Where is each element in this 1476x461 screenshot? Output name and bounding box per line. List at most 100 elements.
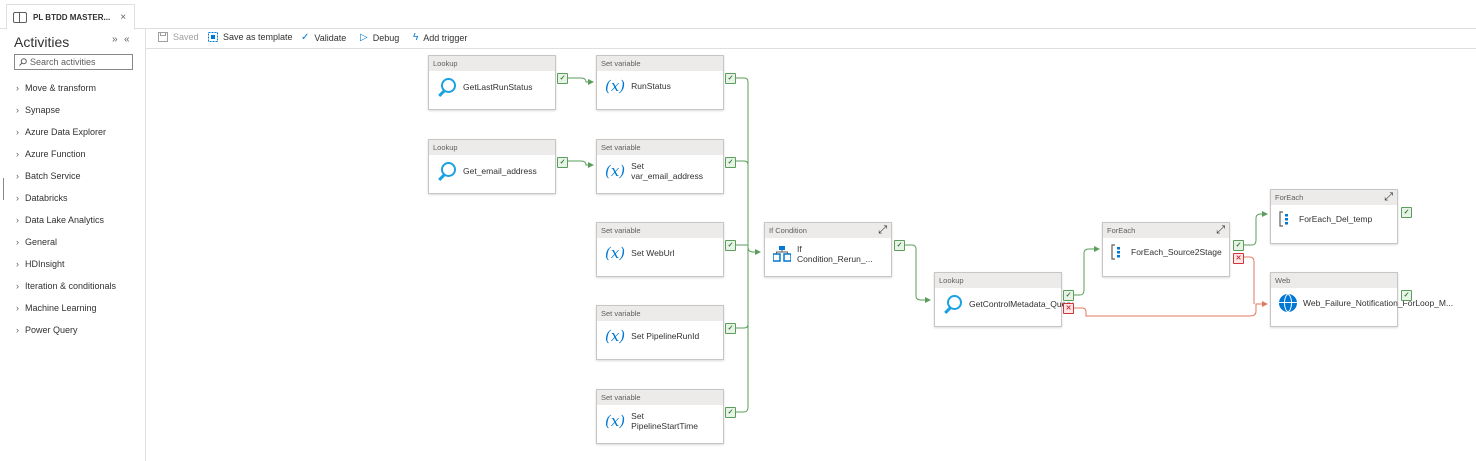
saved-button[interactable]: Saved xyxy=(158,32,199,42)
pipeline-toolbar: Saved Save as template ✓ Validate ▷ Debu… xyxy=(146,28,1476,49)
debug-button[interactable]: ▷ Debug xyxy=(360,32,399,43)
variable-icon: (x) xyxy=(605,412,626,430)
tab-bar: PL BTDD MASTER... × xyxy=(0,0,1476,30)
success-output-icon[interactable]: ✓ xyxy=(725,323,736,334)
expand-icon[interactable]: ⤢ xyxy=(1384,191,1393,203)
category-move-transform[interactable]: › Move & transform xyxy=(16,83,96,93)
activity-lookup-get-email-address[interactable]: Lookup Get_email_address xyxy=(428,139,556,194)
activity-type: ForEach xyxy=(1107,226,1136,235)
link-lookup3-foreach1 xyxy=(1073,246,1100,296)
success-output-icon[interactable]: ✓ xyxy=(725,157,736,168)
success-output-icon[interactable]: ✓ xyxy=(1063,290,1074,301)
category-azure-function[interactable]: › Azure Function xyxy=(16,149,86,159)
chevron-right-icon: › xyxy=(16,215,19,225)
activity-type: Set variable xyxy=(597,306,723,321)
activity-setvariable-email[interactable]: Set variable (x) Set var_email_address xyxy=(596,139,724,194)
validate-button[interactable]: ✓ Validate xyxy=(301,32,346,43)
expand-icon[interactable]: ⤢ xyxy=(1216,224,1225,236)
activity-type: Lookup xyxy=(429,140,555,155)
category-data-lake-analytics[interactable]: › Data Lake Analytics xyxy=(16,215,104,225)
link-foreach1-web-fail xyxy=(1243,256,1255,304)
category-synapse[interactable]: › Synapse xyxy=(16,105,60,115)
activity-setvariable-weburl[interactable]: Set variable (x) Set WebUrl xyxy=(596,222,724,277)
category-label: Power Query xyxy=(25,325,78,335)
category-azure-data-explorer[interactable]: › Azure Data Explorer xyxy=(16,127,106,137)
activity-type: ForEach xyxy=(1275,193,1304,202)
success-output-icon[interactable]: ✓ xyxy=(725,73,736,84)
save-as-template-button[interactable]: Save as template xyxy=(208,32,293,42)
expand-icon[interactable]: ⤢ xyxy=(878,224,887,236)
category-label: Databricks xyxy=(25,193,68,203)
saved-label: Saved xyxy=(173,32,199,42)
foreach-icon xyxy=(1279,211,1288,227)
activity-header: ForEach ⤢ xyxy=(1103,223,1229,238)
link-foreach1-foreach2 xyxy=(1243,211,1268,246)
activity-type: Set variable xyxy=(597,390,723,405)
category-machine-learning[interactable]: › Machine Learning xyxy=(16,303,97,313)
category-label: Batch Service xyxy=(25,171,81,181)
success-output-icon[interactable]: ✓ xyxy=(725,240,736,251)
category-hdinsight[interactable]: › HDInsight xyxy=(16,259,65,269)
validate-label: Validate xyxy=(314,32,347,43)
success-output-icon[interactable]: ✓ xyxy=(1401,207,1412,218)
category-label: Azure Function xyxy=(25,149,86,159)
pipeline-tab[interactable]: PL BTDD MASTER... × xyxy=(6,4,136,30)
add-trigger-button[interactable]: ϟ Add trigger xyxy=(413,32,467,43)
chevron-right-icon: › xyxy=(16,237,19,247)
search-activities-input[interactable]: Search activities xyxy=(14,54,133,70)
activity-name: Set var_email_address xyxy=(631,161,703,181)
success-output-icon[interactable]: ✓ xyxy=(1233,240,1244,251)
activity-setvariable-runstatus[interactable]: Set variable (x) RunStatus xyxy=(596,55,724,110)
lookup-icon xyxy=(437,77,457,97)
activity-web-failure-notification[interactable]: Web Web_Failure_Notification_ForLoop_M..… xyxy=(1270,272,1453,327)
success-output-icon[interactable]: ✓ xyxy=(894,240,905,251)
activity-header: If Condition ⤢ xyxy=(765,223,891,238)
activity-foreach-del-temp[interactable]: ForEach ⤢ ForEach_Del_temp xyxy=(1270,189,1398,244)
close-icon[interactable]: × xyxy=(120,12,126,23)
category-batch-service[interactable]: › Batch Service xyxy=(16,171,81,181)
activity-type: If Condition xyxy=(769,226,807,235)
add-trigger-label: Add trigger xyxy=(423,32,468,43)
activity-type: Set variable xyxy=(597,140,723,155)
chevron-right-icon: › xyxy=(16,105,19,115)
chevron-right-icon: › xyxy=(16,325,19,335)
category-general[interactable]: › General xyxy=(16,237,57,247)
activity-type: Set variable xyxy=(597,56,723,71)
panel-resize-handle[interactable] xyxy=(0,178,4,200)
variable-icon: (x) xyxy=(605,327,626,345)
category-databricks[interactable]: › Databricks xyxy=(16,193,68,203)
activity-type: Lookup xyxy=(935,273,1061,288)
chevron-right-icon: › xyxy=(16,259,19,269)
activity-setvariable-pipelinestarttime[interactable]: Set variable (x) Set PipelineStartTime xyxy=(596,389,724,444)
checkmark-icon: ✓ xyxy=(301,32,310,43)
category-label: Iteration & conditionals xyxy=(25,281,117,291)
activity-name: ForEach_Del_temp xyxy=(1299,214,1373,224)
category-label: Data Lake Analytics xyxy=(25,215,105,225)
category-label: Azure Data Explorer xyxy=(25,127,107,137)
pipeline-tab-title: PL BTDD MASTER... xyxy=(33,12,111,22)
hide-panel-icon[interactable]: « xyxy=(124,34,130,45)
activity-lookup-getlastrunstatus[interactable]: Lookup GetLastRunStatus xyxy=(428,55,556,110)
activity-if-condition[interactable]: If Condition ⤢ If Condition_Rerun_... xyxy=(764,222,892,277)
template-icon xyxy=(208,32,218,42)
activity-foreach-source2stage[interactable]: ForEach ⤢ ForEach_Source2Stage xyxy=(1102,222,1230,277)
lookup-icon xyxy=(943,294,963,314)
activity-lookup-getcontrolmetadata[interactable]: Lookup GetControlMetadata_Query xyxy=(934,272,1073,327)
success-output-icon[interactable]: ✓ xyxy=(557,157,568,168)
link-lookup3-web-fail xyxy=(1073,301,1268,317)
success-output-icon[interactable]: ✓ xyxy=(557,73,568,84)
activity-type: Set variable xyxy=(597,223,723,238)
pipeline-canvas[interactable]: Lookup GetLastRunStatus ✓ Lookup Get_ema… xyxy=(146,49,1476,461)
collapse-all-icon[interactable]: » xyxy=(112,34,118,45)
failure-output-icon[interactable]: ✕ xyxy=(1233,253,1244,264)
variable-icon: (x) xyxy=(605,244,626,262)
category-power-query[interactable]: › Power Query xyxy=(16,325,78,335)
success-output-icon[interactable]: ✓ xyxy=(1401,290,1412,301)
failure-output-icon[interactable]: ✕ xyxy=(1063,303,1074,314)
activity-setvariable-pipelinerunid[interactable]: Set variable (x) Set PipelineRunId xyxy=(596,305,724,360)
success-output-icon[interactable]: ✓ xyxy=(725,407,736,418)
activities-title: Activities xyxy=(14,34,70,50)
category-iteration-conditionals[interactable]: › Iteration & conditionals xyxy=(16,281,116,291)
debug-label: Debug xyxy=(372,32,400,43)
lookup-icon xyxy=(437,161,457,181)
